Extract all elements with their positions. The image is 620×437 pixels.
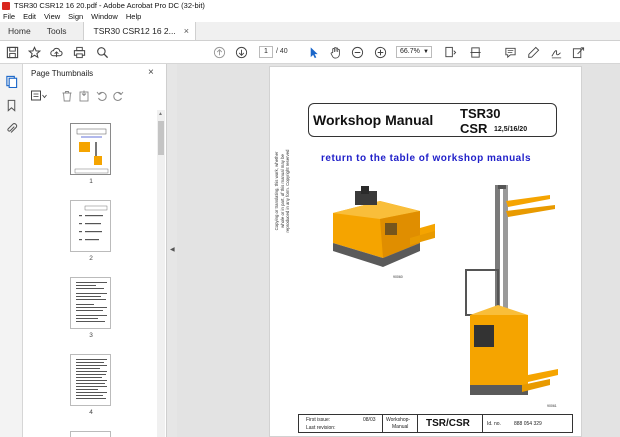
model-sizes: 12,5/16/20 (494, 126, 528, 133)
tab-home[interactable]: Home (0, 22, 39, 40)
menu-bar: File Edit View Sign Window Help (0, 11, 620, 22)
title-bar: TSR30 CSR12 16 20.pdf - Adobe Acrobat Pr… (0, 0, 620, 11)
first-issue-value: 08/03 (363, 417, 376, 423)
highlight-pen-icon[interactable] (526, 45, 541, 60)
tab-document-label: TSR30 CSR12 16 2... (93, 26, 176, 36)
menu-window[interactable]: Window (91, 12, 118, 21)
collapse-arrow-icon[interactable]: ◀ (170, 246, 175, 253)
page-total: / 40 (276, 48, 288, 55)
toolbar: 1 / 40 66.7% ▼ (0, 41, 620, 64)
scrolling-mode-icon[interactable] (468, 45, 483, 60)
page-thumbnail-number: 1 (89, 178, 93, 185)
footer-divider (417, 414, 418, 433)
menu-view[interactable]: View (44, 12, 60, 21)
model-line-2: CSR (460, 121, 488, 136)
copyright-notice: Copying or translating, this work, wheth… (274, 149, 290, 233)
footer-divider (482, 414, 483, 433)
save-icon[interactable] (5, 45, 20, 60)
search-icon[interactable] (95, 45, 110, 60)
extract-page-icon[interactable] (78, 90, 90, 102)
id-number-value: 888 054 329 (514, 421, 542, 427)
model-line-1: TSR30 (460, 106, 501, 121)
select-cursor-icon[interactable] (306, 45, 321, 60)
tab-document[interactable]: TSR30 CSR12 16 2... × (82, 22, 197, 40)
bookmarks-icon[interactable] (5, 99, 18, 112)
hand-tool-icon[interactable] (328, 45, 343, 60)
attachments-icon[interactable] (5, 122, 18, 135)
panel-splitter[interactable]: ◀ (167, 64, 177, 437)
reach-truck-image: 90061 (465, 185, 558, 408)
page-thumbnail-4[interactable] (70, 354, 111, 406)
pdf-page: Workshop Manual TSR30 CSR 12,5/16/20 ret… (269, 66, 582, 437)
upload-cloud-icon[interactable] (49, 45, 64, 60)
zoom-level-value: 66.7% (400, 48, 420, 55)
menu-edit[interactable]: Edit (23, 12, 36, 21)
next-page-icon[interactable] (234, 45, 249, 60)
thumbnail-options-icon[interactable] (31, 90, 47, 102)
menu-file[interactable]: File (3, 12, 15, 21)
image-code-1: 90060 (393, 275, 403, 279)
id-number-label: Id. no. (487, 421, 501, 427)
page-thumbnail-2[interactable] (70, 200, 111, 252)
rotate-right-icon[interactable] (112, 90, 124, 102)
manual-type-line-1: Workshop- (386, 417, 411, 423)
manual-heading: Workshop Manual (313, 112, 434, 128)
menu-sign[interactable]: Sign (68, 12, 83, 21)
page-thumbnail-5[interactable] (70, 431, 111, 437)
thumbnail-list: 1 2 3 4 (23, 110, 157, 437)
page-thumbnails-icon[interactable] (5, 75, 18, 89)
bookmark-star-icon[interactable] (27, 45, 42, 60)
scrollbar-thumb[interactable] (158, 121, 164, 155)
page-thumbnail-1[interactable] (70, 123, 111, 175)
last-revision-label: Last revision: (306, 425, 336, 431)
zoom-in-icon[interactable] (373, 45, 388, 60)
tab-tools[interactable]: Tools (39, 22, 75, 40)
page-thumbnails-panel: Page Thumbnails × 1 2 3 4 ▲ (23, 64, 167, 437)
acrobat-logo-icon (2, 1, 10, 10)
tab-bar: Home Tools TSR30 CSR12 16 2... × (0, 22, 620, 41)
manual-type-line-2: Manual (392, 424, 409, 430)
thumbnail-scrollbar[interactable] (157, 110, 165, 437)
page-number-input[interactable]: 1 (259, 46, 273, 58)
pallet-truck-image: 90060 (333, 186, 435, 279)
comment-icon[interactable] (503, 45, 518, 60)
window-title: TSR30 CSR12 16 20.pdf - Adobe Acrobat Pr… (14, 1, 205, 10)
fill-sign-icon[interactable] (549, 45, 564, 60)
panel-close-icon[interactable]: × (148, 67, 154, 78)
page-thumbnail-number: 3 (89, 332, 93, 339)
document-view[interactable]: Workshop Manual TSR30 CSR 12,5/16/20 ret… (177, 64, 620, 437)
scroll-up-arrow-icon[interactable]: ▲ (158, 111, 163, 117)
menu-help[interactable]: Help (126, 12, 141, 21)
chevron-down-icon: ▼ (423, 49, 429, 55)
page-thumbnail-number: 2 (89, 255, 93, 262)
zoom-out-icon[interactable] (350, 45, 365, 60)
zoom-level-dropdown[interactable]: 66.7% ▼ (396, 46, 432, 58)
previous-page-icon[interactable] (212, 45, 227, 60)
return-to-manuals-link[interactable]: return to the table of workshop manuals (321, 153, 531, 164)
page-thumbnail-number: 4 (89, 409, 93, 416)
delete-page-icon[interactable] (61, 90, 73, 102)
page-thumbnail-3[interactable] (70, 277, 111, 329)
rotate-left-icon[interactable] (96, 90, 108, 102)
footer-model: TSR/CSR (426, 418, 470, 429)
left-navigation-rail (0, 64, 23, 437)
tab-close-icon[interactable]: × (184, 26, 189, 36)
panel-title: Page Thumbnails (31, 69, 94, 78)
image-code-2: 90061 (547, 404, 557, 408)
footer-divider (382, 414, 383, 433)
first-issue-label: First issue: (306, 417, 331, 423)
page-display-icon[interactable] (443, 45, 458, 60)
share-sign-icon[interactable] (571, 45, 586, 60)
print-icon[interactable] (72, 45, 87, 60)
